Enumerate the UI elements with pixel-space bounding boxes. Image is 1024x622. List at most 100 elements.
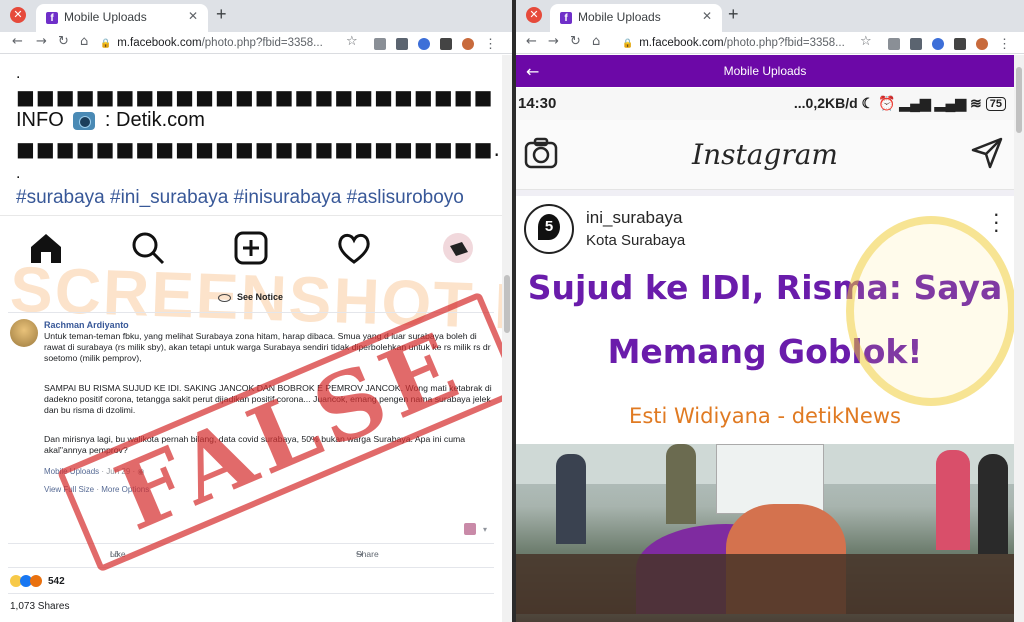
- forward-icon[interactable]: →: [548, 34, 559, 49]
- status-icons: ...0,2KB/d ☾ ⏰ ▂▄▆ ▂▄▆ ≋ 75: [794, 95, 1006, 112]
- back-icon[interactable]: ←: [526, 34, 537, 49]
- chevron-down-icon[interactable]: ▾: [483, 525, 487, 534]
- camera-emoji-icon: [73, 111, 96, 130]
- info-line: INFO : Detik.com: [16, 109, 205, 131]
- close-window-icon[interactable]: ✕: [526, 7, 542, 23]
- scrollbar-thumb[interactable]: [1016, 67, 1022, 133]
- header-title: Mobile Uploads: [723, 64, 807, 78]
- puzzle-icon[interactable]: [440, 37, 452, 50]
- text-dot: .: [16, 165, 21, 182]
- person: [936, 450, 970, 550]
- heart-icon: [338, 233, 370, 264]
- browser-tab[interactable]: f Mobile Uploads ✕: [550, 4, 722, 32]
- shares-count[interactable]: 1,073 Shares: [10, 601, 70, 612]
- person: [978, 454, 1008, 554]
- post-location: Kota Surabaya: [586, 232, 686, 249]
- browser-tab[interactable]: f Mobile Uploads ✕: [36, 4, 208, 32]
- extensions-bar: ⋮: [888, 35, 1011, 51]
- address-bar[interactable]: 🔒 m.facebook.com/photo.php?fbid=3358...: [100, 34, 364, 52]
- person: [666, 444, 696, 524]
- direct-message-icon: [971, 137, 1003, 169]
- scrollbar[interactable]: [1014, 55, 1024, 622]
- back-icon[interactable]: ←: [12, 34, 23, 49]
- extension-icon[interactable]: [374, 37, 386, 50]
- browser-toolbar: ← → ↻ ⌂ 🔒 m.facebook.com/photo.php?fbid=3…: [0, 32, 512, 54]
- divider: [8, 543, 494, 544]
- divider: [8, 312, 494, 313]
- instagram-screenshot-image: 14:30 ...0,2KB/d ☾ ⏰ ▂▄▆ ▂▄▆ ≋ 75 Instagr…: [516, 88, 1014, 622]
- news-photo: [516, 444, 1014, 622]
- reload-icon[interactable]: ↻: [58, 34, 69, 49]
- close-window-icon[interactable]: ✕: [10, 7, 26, 23]
- facebook-favicon-icon: f: [560, 12, 572, 24]
- extension-icon[interactable]: [910, 37, 922, 50]
- account-username: ini_surabaya: [586, 208, 683, 227]
- extension-icon[interactable]: [418, 37, 430, 50]
- lock-icon: 🔒: [622, 38, 634, 48]
- commenter-name[interactable]: Rachman Ardiyanto: [44, 320, 129, 330]
- scrollbar[interactable]: [502, 55, 512, 622]
- reaction-count[interactable]: 542: [48, 576, 65, 587]
- tab-title: Mobile Uploads: [64, 10, 147, 24]
- lock-icon: 🔒: [100, 38, 112, 48]
- profile-avatar-icon: [443, 233, 473, 263]
- extension-icon[interactable]: [396, 37, 408, 50]
- left-browser-window: ✕ f Mobile Uploads ✕ + ← → ↻ ⌂ 🔒 m.facebo…: [0, 0, 512, 622]
- forward-icon[interactable]: →: [36, 34, 47, 49]
- more-options-icon: · · ·: [992, 201, 1000, 242]
- battery-icon: 75: [985, 97, 1006, 111]
- puzzle-icon[interactable]: [954, 37, 966, 50]
- close-tab-icon[interactable]: ✕: [188, 9, 198, 23]
- home-icon[interactable]: ⌂: [80, 34, 88, 49]
- browser-toolbar: ← → ↻ ⌂ 🔒 m.facebook.com/photo.php?fbid=3…: [516, 32, 1024, 54]
- home-icon[interactable]: ⌂: [592, 34, 600, 49]
- wifi-icon: ≋: [970, 95, 982, 111]
- angry-reaction-icon: [30, 575, 42, 587]
- bookmark-star-icon[interactable]: ☆: [860, 34, 872, 49]
- commenter-avatar[interactable]: [10, 319, 38, 347]
- instagram-post: ini_surabaya Kota Surabaya ··· Sujud ke …: [516, 196, 1014, 622]
- instagram-header: Instagram: [516, 120, 1014, 190]
- moon-icon: ☾: [861, 95, 875, 111]
- tab-title: Mobile Uploads: [578, 10, 661, 24]
- bookmark-star-icon[interactable]: ☆: [346, 34, 358, 49]
- facebook-favicon-icon: f: [46, 12, 58, 24]
- profile-icon[interactable]: [462, 37, 474, 50]
- byline: Esti Widiyana - detikNews: [629, 404, 901, 428]
- profile-icon[interactable]: [976, 37, 988, 50]
- extensions-bar: ⋮: [374, 35, 497, 51]
- signal-icon: ▂▄▆: [934, 95, 967, 111]
- menu-icon[interactable]: ⋮: [484, 36, 497, 51]
- divider: [0, 215, 502, 216]
- status-time: 14:30: [518, 95, 557, 112]
- block-line: ■■■■■■■■■■■■■■■■■■■■■■■■: [16, 85, 494, 109]
- divider: [8, 567, 494, 568]
- menu-icon[interactable]: ⋮: [998, 36, 1011, 51]
- viewer-avatar[interactable]: [464, 523, 476, 535]
- tab-bar: ✕ f Mobile Uploads ✕ +: [0, 0, 512, 32]
- address-bar[interactable]: 🔒 m.facebook.com/photo.php?fbid=3358...: [622, 34, 858, 52]
- mobile-uploads-header: ← Mobile Uploads: [516, 55, 1014, 87]
- alarm-icon: ⏰: [878, 95, 896, 111]
- text-dot: .: [16, 65, 21, 82]
- eye-icon: [218, 293, 231, 302]
- reload-icon[interactable]: ↻: [570, 34, 581, 49]
- block-line: ■■■■■■■■■■■■■■■■■■■■■■■■.: [16, 137, 501, 161]
- verified-hoax-seal: [846, 216, 1014, 406]
- hashtags: #surabaya #ini_surabaya #inisurabaya #as…: [16, 187, 464, 208]
- extension-icon[interactable]: [888, 37, 900, 50]
- action-bar: 👍︎ Like ↪ Share: [110, 549, 379, 559]
- account-avatar: [524, 204, 574, 254]
- facebook-photo-page: . ■■■■■■■■■■■■■■■■■■■■■■■■ INFO : Detik.…: [0, 55, 512, 622]
- see-notice-button[interactable]: See Notice: [218, 292, 283, 302]
- extension-icon[interactable]: [932, 37, 944, 50]
- signal-icon: ▂▄▆: [899, 95, 931, 111]
- right-browser-window: ✕ f Mobile Uploads ✕ + ← → ↻ ⌂ 🔒 m.facebo…: [516, 0, 1024, 622]
- person: [556, 454, 586, 544]
- phone-status-bar: 14:30 ...0,2KB/d ☾ ⏰ ▂▄▆ ▂▄▆ ≋ 75: [516, 88, 1014, 120]
- close-tab-icon[interactable]: ✕: [702, 9, 712, 23]
- divider: [8, 593, 494, 594]
- scrollbar-thumb[interactable]: [504, 275, 510, 333]
- new-tab-icon[interactable]: +: [216, 4, 227, 25]
- new-tab-icon[interactable]: +: [728, 4, 739, 25]
